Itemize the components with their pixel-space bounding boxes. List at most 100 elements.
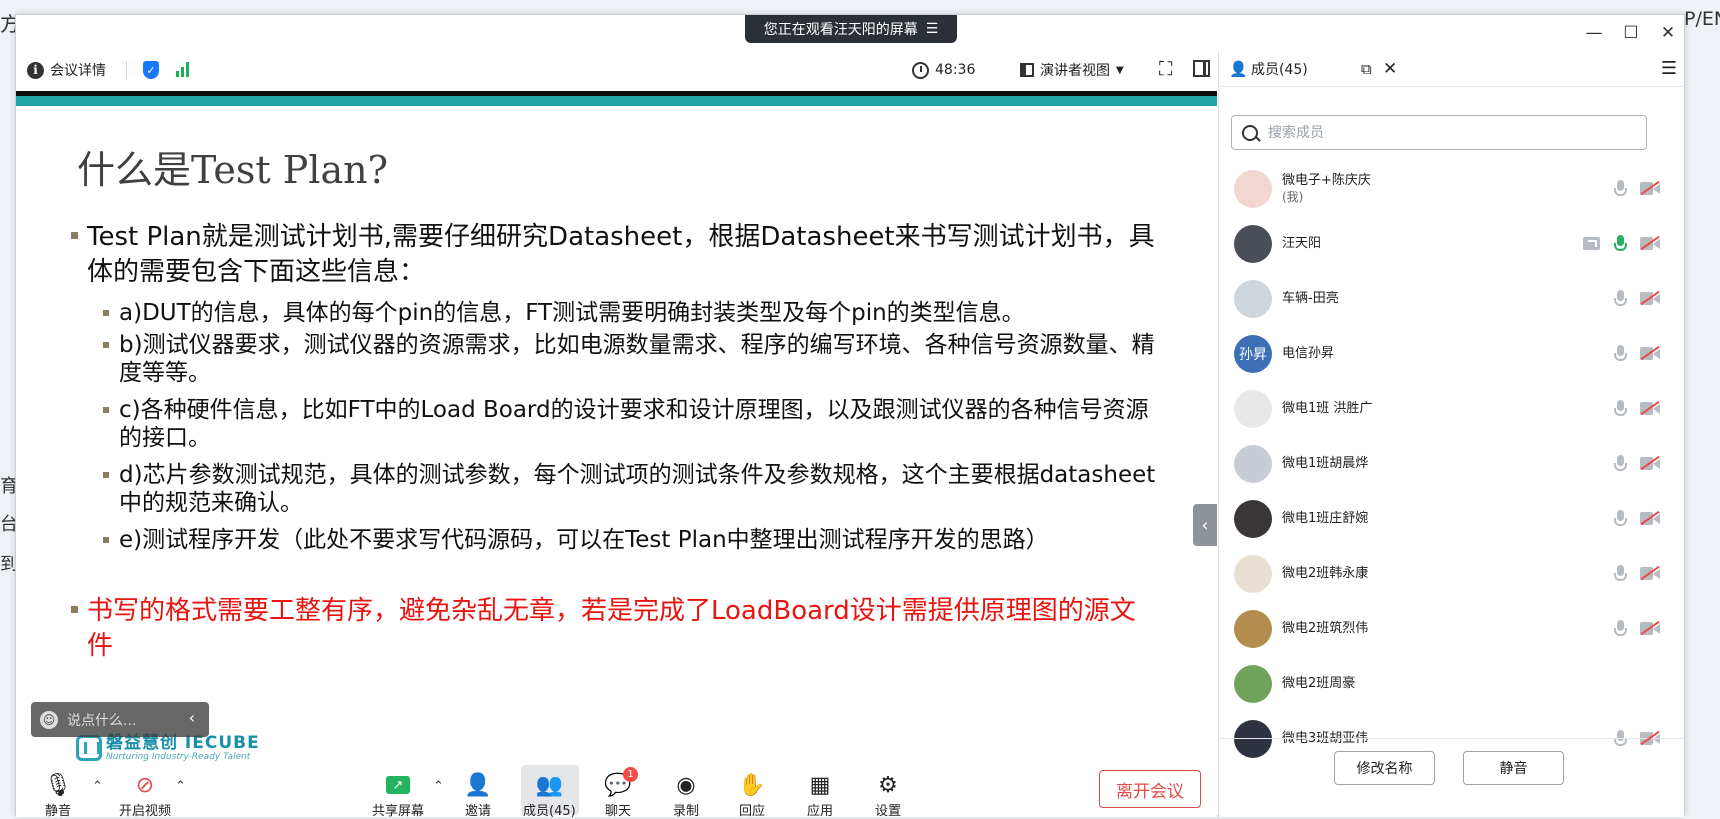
settings-button[interactable]: ⚙ 设置 [874,771,902,819]
member-name-block: 微电子+陈庆庆 (我) [1282,172,1371,206]
microphone-icon: 🎙 [44,772,72,798]
maximize-button[interactable]: ☐ [1620,23,1642,43]
camera-off-icon[interactable] [1640,180,1660,196]
avatar: 孙昇 [1234,334,1272,373]
microphone-muted-icon[interactable] [1614,509,1627,528]
video-button[interactable]: ⊘ 开启视频 [119,771,171,819]
chevron-down-icon: ▼ [1116,64,1124,76]
security-shield-icon[interactable]: ✓ [143,61,159,79]
member-search-input[interactable] [1268,124,1628,141]
camera-off-icon[interactable] [1640,400,1660,416]
close-window-button[interactable]: ✕ [1657,23,1679,43]
share-screen-button[interactable]: ↗ 共享屏幕 [372,771,424,819]
reaction-label: 回应 [738,804,765,819]
invite-button[interactable]: 👤 邀请 [464,771,492,819]
more-menu-icon[interactable]: ☰ [1661,58,1677,79]
member-status-icons [1614,509,1660,528]
member-row[interactable]: 微电2班周豪 [1219,656,1685,711]
mute-button[interactable]: 🎙 静音 [44,771,72,819]
microphone-muted-icon[interactable] [1614,344,1627,363]
sidebar-toggle-icon[interactable] [1193,60,1210,77]
member-row[interactable]: 微电1班 洪胜广 [1219,381,1685,436]
microphone-muted-icon[interactable] [1614,619,1627,638]
avatar [1234,279,1272,318]
share-screen-icon: ↗ [384,771,412,799]
slide-bullet: Test Plan就是测试计划书,需要仔细研究Datasheet，根据Datas… [71,220,1161,290]
microphone-icon[interactable] [1614,234,1627,253]
member-status-icons [1614,344,1660,363]
network-signal-icon[interactable] [176,62,189,77]
chat-button[interactable]: 💬 1 聊天 [604,767,638,819]
speaker-view-icon [1020,63,1034,77]
member-row[interactable]: 微电1班胡晨烨 [1219,436,1685,491]
meeting-info-button[interactable]: i 会议详情 [27,60,106,80]
meeting-info-label: 会议详情 [50,63,106,79]
member-status-icons [1614,399,1660,418]
camera-off-icon[interactable] [1640,510,1660,526]
reaction-button[interactable]: ✋ 回应 [738,771,766,819]
rename-button[interactable]: 修改名称 [1334,751,1435,785]
camera-off-icon[interactable] [1640,455,1660,471]
camera-off-icon[interactable] [1640,235,1660,251]
mute-all-button[interactable]: 静音 [1463,751,1564,785]
member-row[interactable]: 车辆-田亮 [1219,271,1685,326]
camera-off-icon[interactable] [1640,290,1660,306]
avatar [1234,609,1272,648]
chevron-left-icon[interactable]: ‹ [189,708,195,727]
floating-chat-input[interactable]: ☺ 说点什么... ‹ [31,702,209,737]
iecube-logo: 磐益慧创 IECUBE Nurturing Industry-Ready Tal… [76,734,260,761]
close-icon[interactable]: ✕ [1383,59,1397,79]
member-status-icons [1614,564,1660,583]
microphone-muted-icon[interactable] [1614,289,1627,308]
camera-off-icon[interactable] [1640,620,1660,636]
bullet-mark [103,342,109,348]
member-row[interactable]: 微电子+陈庆庆 (我) [1219,161,1685,216]
microphone-muted-icon[interactable] [1614,454,1627,473]
chevron-up-icon[interactable]: ⌃ [433,779,444,794]
sub-bullet-text: e)测试程序开发（此处不要求写代码源码，可以在Test Plan中整理出测试程序… [119,527,1049,553]
sub-bullet-text: a)DUT的信息，具体的每个pin的信息，FT测试需要明确封装类型及每个pin的… [119,300,1025,326]
leave-meeting-button[interactable]: 离开会议 [1099,770,1201,808]
member-name: 微电2班韩永康 [1282,566,1369,581]
camera-off-icon[interactable] [1640,565,1660,581]
popout-icon[interactable]: ⧉ [1361,60,1372,78]
sub-bullet-text: c)各种硬件信息，比如FT中的Load Board的设计要求和设计原理图，以及跟… [119,397,1149,451]
microphone-icon[interactable] [1614,179,1627,198]
member-name: 微电2班周豪 [1282,676,1356,691]
slide-sub-bullet: b)测试仪器要求，测试仪器的资源需求，比如电源数量需求、程序的编写环境、各种信号… [103,331,1163,387]
member-name: 微电1班胡晨烨 [1282,456,1369,471]
fullscreen-icon[interactable]: ⛶ [1159,58,1172,80]
member-row[interactable]: 微电2班筑烈伟 [1219,601,1685,656]
camera-off-icon[interactable] [1640,345,1660,361]
video-label: 开启视频 [119,804,172,819]
bullet-mark [103,537,109,543]
minimize-button[interactable]: — [1583,23,1605,43]
title-bar: 您正在观看汪天阳的屏幕 ☰ — ☐ ✕ [16,15,1684,51]
member-row[interactable]: 微电1班庄舒婉 [1219,491,1685,546]
bullet-text-red: 书写的格式需要工整有序，避免杂乱无章，若是完成了LoadBoard设计需提供原理… [87,596,1136,661]
member-name-block: 汪天阳 [1282,235,1321,252]
toolbar-divider [126,61,127,79]
members-button[interactable]: 👥 成员(45) [523,771,576,819]
member-row[interactable]: 汪天阳 [1219,216,1685,271]
member-search-box[interactable] [1231,115,1647,150]
invite-user-icon: 👤 [464,772,492,798]
slide-sub-bullet: e)测试程序开发（此处不要求写代码源码，可以在Test Plan中整理出测试程序… [103,526,1163,554]
viewing-screen-banner[interactable]: 您正在观看汪天阳的屏幕 ☰ [745,15,957,43]
member-name-block: 电信孙昇 [1282,345,1334,362]
emoji-icon[interactable]: ☺ [40,710,58,729]
member-row[interactable]: 孙昇 电信孙昇 [1219,326,1685,381]
microphone-muted-icon[interactable] [1614,564,1627,583]
member-row[interactable]: 微电2班韩永康 [1219,546,1685,601]
bullet-mark [103,310,109,316]
record-button[interactable]: ◉ 录制 [672,771,700,819]
members-panel-footer: 修改名称 静音 [1219,738,1685,817]
microphone-muted-icon[interactable] [1614,399,1627,418]
logo-tagline: Nurturing Industry-Ready Talent [106,752,251,761]
chevron-up-icon[interactable]: ⌃ [175,779,186,794]
apps-button[interactable]: ▦ 应用 [806,771,834,819]
collapse-panel-button[interactable]: ‹ [1193,504,1217,546]
view-mode-dropdown[interactable]: 演讲者视图 ▼ [1020,60,1124,80]
chat-badge: 1 [623,767,638,782]
chevron-up-icon[interactable]: ⌃ [92,779,103,794]
